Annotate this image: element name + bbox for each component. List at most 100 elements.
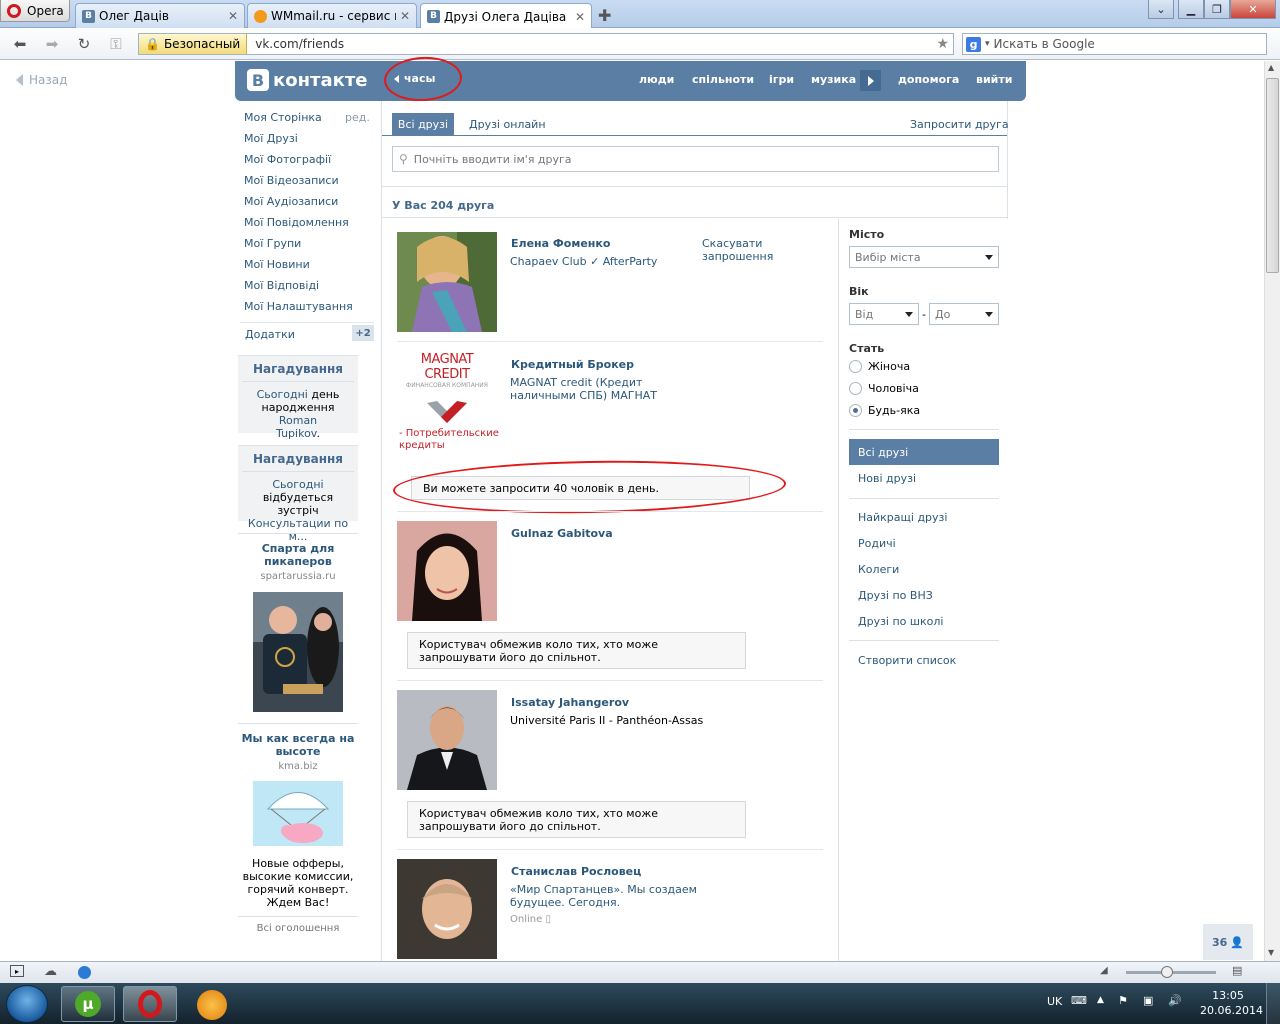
- close-icon[interactable]: ✕: [575, 10, 585, 24]
- close-icon[interactable]: ✕: [400, 9, 410, 23]
- keyboard-icon[interactable]: ⌨: [1071, 994, 1087, 1007]
- language-indicator[interactable]: UK: [1047, 995, 1062, 1008]
- list-university-friends[interactable]: Друзі по ВНЗ: [858, 589, 933, 602]
- star-icon[interactable]: ★: [936, 36, 953, 52]
- friend-name[interactable]: Елена Фоменко: [511, 237, 610, 250]
- scrollbar-thumb[interactable]: [1266, 78, 1279, 273]
- browser-search-input[interactable]: g ▾ Искать в Google: [962, 33, 1267, 55]
- friend-name[interactable]: Issatay Jahangerov: [511, 696, 629, 709]
- friend-photo-elena[interactable]: [397, 232, 497, 332]
- back-arrow-icon[interactable]: ⬅: [10, 35, 30, 53]
- menu-my-news[interactable]: Мої Новини: [244, 258, 310, 271]
- zoom-reset-icon[interactable]: ▤: [1232, 964, 1242, 977]
- create-list-link[interactable]: Створити список: [858, 654, 956, 667]
- zoom-slider-knob[interactable]: [1161, 966, 1173, 978]
- menu-my-videos[interactable]: Мої Відеозаписи: [244, 174, 339, 187]
- ad-kma[interactable]: Мы как всегда на высоте kma.biz: [238, 732, 358, 772]
- show-desktop-button[interactable]: [1266, 983, 1280, 1024]
- panel-toggle-icon[interactable]: ▸: [10, 965, 24, 977]
- menu-my-groups[interactable]: Мої Групи: [244, 237, 301, 250]
- edit-link[interactable]: ред.: [345, 111, 370, 124]
- age-from-select[interactable]: Від: [849, 303, 919, 325]
- menu-my-messages[interactable]: Мої Повідомлення: [244, 216, 349, 229]
- nav-communities[interactable]: спільноти: [692, 73, 754, 86]
- sex-any-radio[interactable]: Будь-яка: [849, 404, 920, 417]
- apps-count-badge[interactable]: +2: [352, 325, 374, 341]
- flag-icon[interactable]: ⚑: [1118, 994, 1128, 1007]
- opera-taskbar-button[interactable]: [123, 986, 177, 1022]
- list-school-friends[interactable]: Друзі по школі: [858, 615, 943, 628]
- friend-photo-magnat[interactable]: MAGNAT CREDIT ФИНАНСОВАЯ КОМПАНИЯ: [397, 352, 497, 423]
- friend-search-input[interactable]: ⚲ Почніть вводити ім'я друга: [392, 146, 999, 172]
- utorrent-taskbar-button[interactable]: µ: [61, 986, 115, 1022]
- browser-tab-3-active[interactable]: B Друзі Олега Дацiва | 2... ✕: [420, 3, 592, 29]
- nav-help[interactable]: допомога: [898, 73, 959, 86]
- tray-expand-icon[interactable]: ▲: [1097, 995, 1104, 1005]
- sex-female-radio[interactable]: Жіноча: [849, 360, 910, 373]
- ad-kma-image[interactable]: [253, 781, 343, 846]
- speaker-icon[interactable]: 🔊: [1168, 994, 1182, 1007]
- restore-button[interactable]: ❐: [1204, 0, 1230, 19]
- cancel-invite-link[interactable]: Скасувати запрошення: [702, 237, 792, 263]
- friend-group[interactable]: «Мир Спартанцев». Мы создаем будущее. Се…: [510, 883, 710, 909]
- menu-my-audio[interactable]: Мої Аудіозаписи: [244, 195, 338, 208]
- nav-music[interactable]: музика: [811, 73, 856, 86]
- speed-dial-icon[interactable]: [78, 966, 91, 979]
- friend-photo-gulnaz[interactable]: [397, 521, 497, 621]
- friend-name[interactable]: Кредитный Брокер: [511, 358, 634, 371]
- url-text[interactable]: vk.com/friends: [247, 37, 936, 51]
- menu-apps[interactable]: Додатки: [245, 328, 295, 341]
- windows-start-button[interactable]: [6, 985, 48, 1023]
- scroll-up-icon[interactable]: ▲: [1268, 63, 1274, 72]
- close-window-button[interactable]: ✕: [1230, 0, 1276, 19]
- friend-group[interactable]: Chapaev Club ✓ AfterParty: [510, 255, 657, 268]
- list-new-friends[interactable]: Нові друзі: [858, 472, 916, 485]
- browser-tab-1[interactable]: B Олег Даців ✕: [75, 3, 245, 28]
- cloud-icon[interactable]: ☁: [44, 964, 57, 979]
- key-icon[interactable]: ⚿: [106, 35, 126, 53]
- menu-my-friends[interactable]: Мої Друзі: [244, 132, 298, 145]
- ad-sparta-image[interactable]: [253, 592, 343, 712]
- tab-friends-online[interactable]: Друзі онлайн: [469, 118, 546, 131]
- back-link[interactable]: Назад: [16, 73, 67, 87]
- nav-games[interactable]: ігри: [769, 73, 794, 86]
- list-colleagues[interactable]: Колеги: [858, 563, 899, 576]
- ad-kma-text[interactable]: Новые офферы, высокие комиссии, горячий …: [238, 857, 358, 909]
- close-icon[interactable]: ✕: [228, 9, 238, 23]
- list-best-friends[interactable]: Найкращі друзі: [858, 511, 947, 524]
- scroll-down-icon[interactable]: ▼: [1268, 948, 1274, 957]
- vk-logo[interactable]: В контакте: [247, 69, 367, 91]
- menu-my-settings[interactable]: Мої Налаштування: [244, 300, 353, 313]
- age-to-select[interactable]: До: [929, 303, 999, 325]
- sex-male-radio[interactable]: Чоловіча: [849, 382, 919, 395]
- reload-icon[interactable]: ↻: [74, 35, 94, 53]
- friend-group[interactable]: MAGNAT credit (Кредит наличными СПБ) МАГ…: [510, 376, 710, 402]
- aimp-taskbar-icon[interactable]: [197, 990, 227, 1020]
- menu-my-photos[interactable]: Мої Фотографії: [244, 153, 331, 166]
- network-icon[interactable]: ▣: [1143, 994, 1153, 1007]
- address-bar[interactable]: 🔒 Безопасный vk.com/friends ★: [138, 33, 954, 55]
- invite-friend-link[interactable]: Запросити друга: [910, 118, 1009, 131]
- forward-arrow-icon[interactable]: ➡: [42, 35, 62, 53]
- secure-badge[interactable]: 🔒 Безопасный: [139, 34, 248, 54]
- ad-sparta[interactable]: Спарта для пикаперов spartarussia.ru: [238, 542, 358, 582]
- nav-more-button[interactable]: [860, 70, 881, 91]
- online-friends-counter[interactable]: 36 👤: [1203, 924, 1253, 960]
- list-relatives[interactable]: Родичі: [858, 537, 896, 550]
- minimize-tabs-button[interactable]: ⌄: [1148, 0, 1174, 19]
- nav-logout[interactable]: вийти: [976, 73, 1012, 86]
- tab-all-friends[interactable]: Всі друзі: [392, 113, 454, 136]
- all-ads-link[interactable]: Всі оголошення: [238, 923, 358, 934]
- view-icon[interactable]: ◢: [1100, 965, 1108, 976]
- friend-name[interactable]: Gulnaz Gabitova: [511, 527, 613, 540]
- menu-my-page[interactable]: Моя Сторінка: [244, 111, 322, 124]
- new-tab-button[interactable]: ✚: [598, 6, 611, 25]
- minimize-button[interactable]: ▁: [1178, 0, 1204, 19]
- friend-photo-stanislav[interactable]: [397, 859, 497, 959]
- menu-my-answers[interactable]: Мої Відповіді: [244, 279, 319, 292]
- list-all-friends[interactable]: Всі друзі: [849, 439, 999, 465]
- system-clock[interactable]: 13:05 20.06.2014: [1200, 988, 1263, 1018]
- city-select[interactable]: Вибір міста: [849, 246, 999, 268]
- nav-people[interactable]: люди: [639, 73, 674, 86]
- opera-menu-button[interactable]: Opera: [0, 0, 70, 22]
